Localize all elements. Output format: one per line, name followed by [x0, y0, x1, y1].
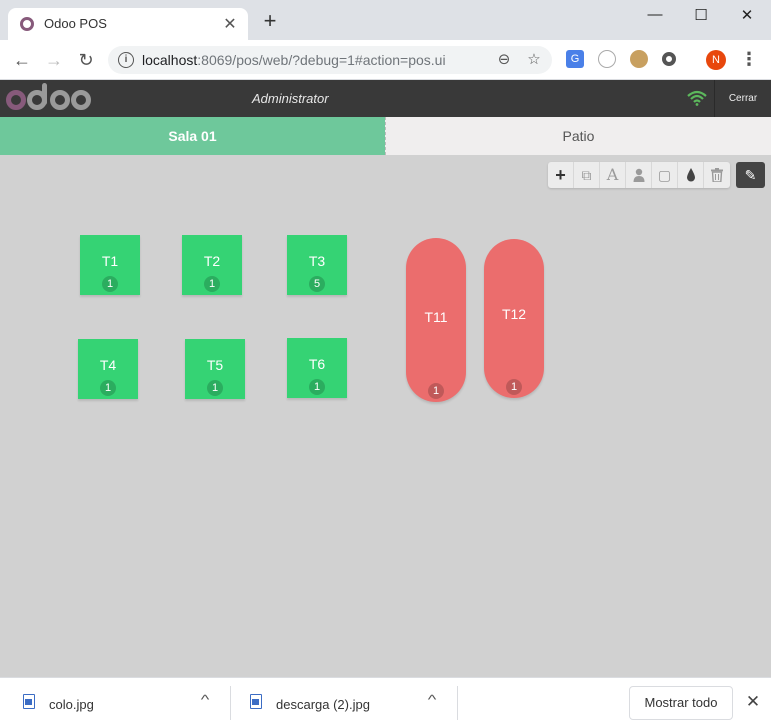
color-icon[interactable] [678, 162, 704, 188]
chevron-up-icon[interactable]: ^ [428, 692, 437, 707]
profile-avatar[interactable]: N [706, 50, 726, 70]
bookmark-star-icon[interactable]: ☆ [524, 50, 544, 70]
address-bar[interactable]: i localhost:8069/pos/web/?debug=1#action… [108, 46, 552, 74]
table-name: T5 [206, 357, 224, 373]
divider [457, 686, 458, 720]
rename-icon[interactable]: A [600, 162, 626, 188]
seat-count-badge: 1 [309, 379, 325, 395]
downloads-bar: colo.jpg ^ descarga (2).jpg ^ Mostrar to… [0, 677, 771, 727]
duplicate-icon[interactable]: ⧉ [574, 162, 600, 188]
table-t12[interactable]: T12 1 [484, 239, 544, 398]
browser-tab[interactable]: Odoo POS ✕ [8, 8, 248, 40]
floor-tab-sala-01[interactable]: Sala 01 [0, 117, 385, 155]
user-name[interactable]: Administrator [252, 91, 329, 106]
site-info-icon[interactable]: i [118, 52, 134, 68]
edit-mode-pencil-icon[interactable]: ✎ [736, 162, 765, 188]
new-tab-button[interactable]: + [259, 10, 281, 32]
seats-icon[interactable] [626, 162, 652, 188]
download-item[interactable]: descarga (2).jpg ^ [231, 678, 457, 727]
seat-count-badge: 1 [100, 380, 116, 396]
url-text[interactable]: localhost:8069/pos/web/?debug=1#action=p… [142, 52, 446, 68]
minimize-button[interactable]: — [643, 6, 667, 24]
window-close-button[interactable]: ✕ [735, 6, 759, 24]
browser-toolbar: ← → ↻ i localhost:8069/pos/web/?debug=1#… [0, 40, 771, 80]
download-item[interactable]: colo.jpg ^ [0, 678, 230, 727]
table-t6[interactable]: T6 1 [287, 338, 347, 398]
odoo-logo [6, 83, 91, 113]
close-session-button[interactable]: Cerrar [714, 80, 771, 117]
table-t11[interactable]: T11 1 [406, 238, 466, 402]
table-name: T6 [308, 356, 326, 372]
edit-toolbar: + ⧉ A ▢ [548, 162, 730, 188]
shape-icon[interactable]: ▢ [652, 162, 678, 188]
floor-selector: Sala 01 Patio [0, 117, 771, 155]
back-button[interactable]: ← [10, 48, 34, 72]
table-t5[interactable]: T5 1 [185, 339, 245, 399]
seat-count-badge: 5 [309, 276, 325, 292]
extension-ring-icon[interactable] [662, 52, 676, 66]
translate-extension-icon[interactable]: G [566, 50, 584, 68]
odoo-favicon-icon [20, 17, 34, 31]
floor-map[interactable]: + ⧉ A ▢ ✎ T1 1 T2 1 T3 5 T4 1 T5 1 T6 1 [0, 155, 771, 677]
add-table-icon[interactable]: + [548, 162, 574, 188]
download-file-name: descarga (2).jpg [276, 697, 370, 712]
download-file-name: colo.jpg [49, 697, 94, 712]
table-t3[interactable]: T3 5 [287, 235, 347, 295]
reload-button[interactable]: ↻ [74, 48, 98, 72]
table-t4[interactable]: T4 1 [78, 339, 138, 399]
browser-titlebar: Odoo POS ✕ + — ☐ ✕ [0, 0, 771, 40]
table-name: T12 [501, 306, 527, 322]
chevron-up-icon[interactable]: ^ [201, 692, 210, 707]
close-downloads-icon[interactable]: ✕ [744, 692, 762, 712]
trash-icon[interactable] [704, 162, 730, 188]
table-name: T1 [101, 253, 119, 269]
seat-count-badge: 1 [207, 380, 223, 396]
cookie-extension-icon[interactable] [630, 50, 648, 68]
extension-icon[interactable] [598, 50, 616, 68]
browser-menu-icon[interactable]: ⋮ [740, 49, 758, 69]
wifi-icon [687, 90, 707, 106]
tab-title: Odoo POS [44, 16, 107, 31]
tab-close-icon[interactable]: ✕ [220, 14, 240, 34]
seat-count-badge: 1 [506, 379, 522, 395]
pos-header: Administrator Cerrar [0, 80, 771, 117]
table-t1[interactable]: T1 1 [80, 235, 140, 295]
seat-count-badge: 1 [204, 276, 220, 292]
image-file-icon [23, 694, 35, 709]
show-all-downloads-button[interactable]: Mostrar todo [629, 686, 733, 720]
maximize-button[interactable]: ☐ [689, 6, 713, 24]
table-name: T4 [99, 357, 117, 373]
image-file-icon [250, 694, 262, 709]
table-name: T11 [424, 309, 448, 325]
seat-count-badge: 1 [428, 383, 444, 399]
table-t2[interactable]: T2 1 [182, 235, 242, 295]
zoom-icon[interactable]: ⊖ [494, 50, 514, 70]
floor-tab-patio[interactable]: Patio [385, 117, 771, 155]
seat-count-badge: 1 [102, 276, 118, 292]
table-name: T2 [203, 253, 221, 269]
forward-button[interactable]: → [42, 48, 66, 72]
table-name: T3 [308, 253, 326, 269]
